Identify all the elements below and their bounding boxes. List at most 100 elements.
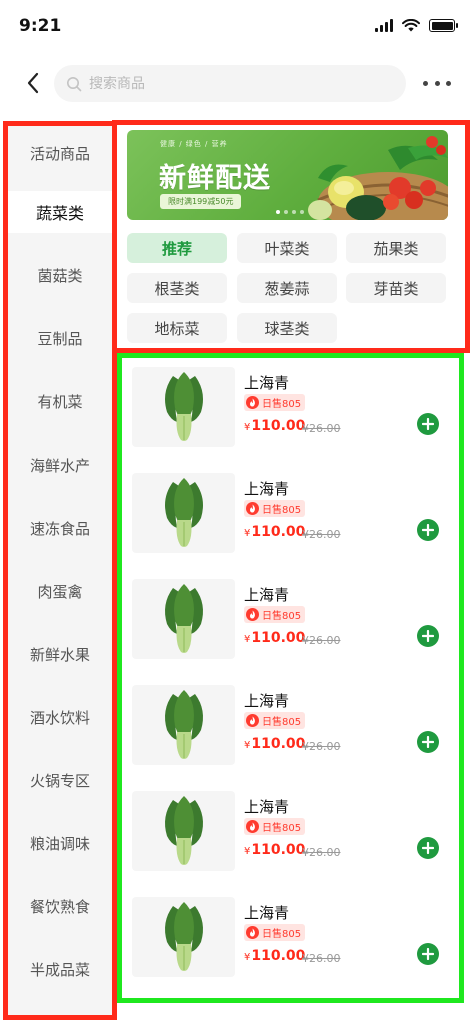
product-card[interactable]: 上海青 日售805 ¥110.00 ¥26.00 [127, 786, 457, 872]
category-sidebar: 活动商品 蔬菜类 菌菇类 豆制品 有机菜 海鲜水产 速冻食品 肉蛋禽 新鲜水果 … [3, 121, 117, 1020]
sidebar-item-grain-oil[interactable]: 粮油调味 [8, 822, 112, 864]
product-original-price: ¥26.00 [302, 528, 341, 541]
product-original-price: ¥26.00 [302, 740, 341, 753]
banner-subtitle: 健康 / 绿色 / 营养 [160, 140, 228, 148]
bok-choy-image [164, 690, 203, 759]
plus-icon [422, 948, 434, 960]
product-name: 上海青 [244, 480, 290, 498]
product-card[interactable]: 上海青 日售805 ¥110.00 ¥26.00 [127, 892, 457, 978]
product-original-price: ¥26.00 [302, 952, 341, 965]
category-pill-local-specialty[interactable]: 地标菜 [127, 313, 227, 343]
dot-icon [446, 80, 451, 86]
sidebar-item-mushrooms[interactable]: 菌菇类 [8, 254, 112, 296]
chevron-left-icon [27, 72, 39, 94]
product-price: ¥110.00 [244, 524, 306, 540]
product-image [132, 473, 235, 553]
add-to-cart-button[interactable] [417, 625, 439, 647]
wifi-icon [402, 19, 420, 32]
dot-icon [434, 80, 440, 86]
banner-promo-tag: 限时满199减50元 [160, 194, 242, 209]
category-pill-leafy[interactable]: 叶菜类 [237, 233, 337, 263]
add-to-cart-button[interactable] [417, 943, 439, 965]
plus-icon [422, 842, 434, 854]
banner-pagination [276, 210, 304, 214]
sidebar-item-hotpot[interactable]: 火锅专区 [8, 759, 112, 801]
fire-icon [246, 502, 259, 515]
search-input[interactable] [89, 75, 369, 92]
category-pill-root[interactable]: 根茎类 [127, 273, 227, 303]
product-name: 上海青 [244, 904, 290, 922]
bok-choy-image [164, 478, 203, 547]
battery-icon [429, 19, 458, 32]
product-card[interactable]: 上海青 日售805 ¥110.00 ¥26.00 [127, 680, 457, 766]
add-to-cart-button[interactable] [417, 731, 439, 753]
status-time: 9:21 [19, 16, 62, 36]
product-name: 上海青 [244, 374, 290, 392]
product-price: ¥110.00 [244, 842, 306, 858]
product-card[interactable]: 上海青 日售805 ¥110.00 ¥26.00 [127, 574, 457, 660]
banner-title: 新鲜配送 [159, 163, 271, 194]
sidebar-item-drinks[interactable]: 酒水饮料 [8, 696, 112, 738]
header [0, 60, 473, 106]
search-icon [67, 76, 82, 91]
sidebar-item-meat-eggs[interactable]: 肉蛋禽 [8, 570, 112, 612]
product-price: ¥110.00 [244, 948, 306, 964]
sidebar-item-fruit[interactable]: 新鲜水果 [8, 633, 112, 675]
fire-icon [246, 608, 259, 621]
product-image [132, 897, 235, 977]
sales-badge: 日售805 [244, 924, 306, 941]
product-list: 上海青 日售805 ¥110.00 ¥26.00 上海青 日售805 ¥ 110… [117, 353, 464, 1003]
product-image [132, 579, 235, 659]
more-options-button[interactable] [423, 72, 451, 94]
sales-badge: 日售805 [244, 818, 306, 835]
category-pill-bulb[interactable]: 球茎类 [237, 313, 337, 343]
plus-icon [422, 736, 434, 748]
product-original-price: ¥26.00 [302, 422, 341, 435]
category-pill-onion-ginger-garlic[interactable]: 葱姜蒜 [237, 273, 337, 303]
category-pill-sprouts[interactable]: 芽苗类 [346, 273, 446, 303]
status-bar: 9:21 [0, 0, 473, 56]
add-to-cart-button[interactable] [417, 519, 439, 541]
product-name: 上海青 [244, 586, 290, 604]
sidebar-item-soy[interactable]: 豆制品 [8, 317, 112, 359]
sales-badge: 日售805 [244, 394, 306, 411]
product-price: ¥110.00 [244, 736, 306, 752]
fire-icon [246, 396, 259, 409]
sales-text: 日售805 [262, 823, 302, 834]
category-pill-solanaceous[interactable]: 茄果类 [346, 233, 446, 263]
sales-text: 日售805 [262, 717, 302, 728]
back-button[interactable] [18, 68, 48, 98]
sales-badge: 日售805 [244, 606, 306, 623]
plus-icon [422, 524, 434, 536]
product-card[interactable]: 上海青 日售805 ¥110.00 ¥26.00 [127, 362, 457, 448]
product-card[interactable]: 上海青 日售805 ¥110.00 ¥26.00 [127, 468, 457, 554]
sales-text: 日售805 [262, 929, 302, 940]
add-to-cart-button[interactable] [417, 837, 439, 859]
bok-choy-image [164, 796, 203, 865]
product-image [132, 791, 235, 871]
sidebar-item-semi-prepared[interactable]: 半成品菜 [8, 948, 112, 990]
product-price: ¥110.00 [244, 418, 306, 434]
sidebar-item-frozen[interactable]: 速冻食品 [8, 507, 112, 549]
sidebar-item-activity[interactable]: 活动商品 [8, 132, 112, 174]
search-box[interactable] [54, 65, 406, 102]
cellular-signal-icon [375, 19, 393, 32]
sales-text: 日售805 [262, 611, 302, 622]
dot-icon [423, 80, 428, 86]
add-to-cart-button[interactable] [417, 413, 439, 435]
sidebar-item-vegetables[interactable]: 蔬菜类 [8, 191, 112, 233]
sidebar-item-seafood[interactable]: 海鲜水产 [8, 444, 112, 486]
top-panel: 健康 / 绿色 / 营养 新鲜配送 限时满199减50元 推荐 叶菜类 茄果类 … [112, 120, 470, 353]
product-price: ¥110.00 [244, 630, 306, 646]
category-pill-recommended[interactable]: 推荐 [127, 233, 227, 263]
sidebar-item-deli[interactable]: 餐饮熟食 [8, 885, 112, 927]
promo-banner[interactable]: 健康 / 绿色 / 营养 新鲜配送 限时满199减50元 [127, 130, 448, 220]
bok-choy-image [164, 372, 203, 441]
status-icons [375, 19, 458, 32]
plus-icon [422, 630, 434, 642]
fire-icon [246, 926, 259, 939]
product-image [132, 685, 235, 765]
sidebar-item-organic[interactable]: 有机菜 [8, 380, 112, 422]
product-original-price: ¥26.00 [302, 634, 341, 647]
product-name: 上海青 [244, 692, 290, 710]
